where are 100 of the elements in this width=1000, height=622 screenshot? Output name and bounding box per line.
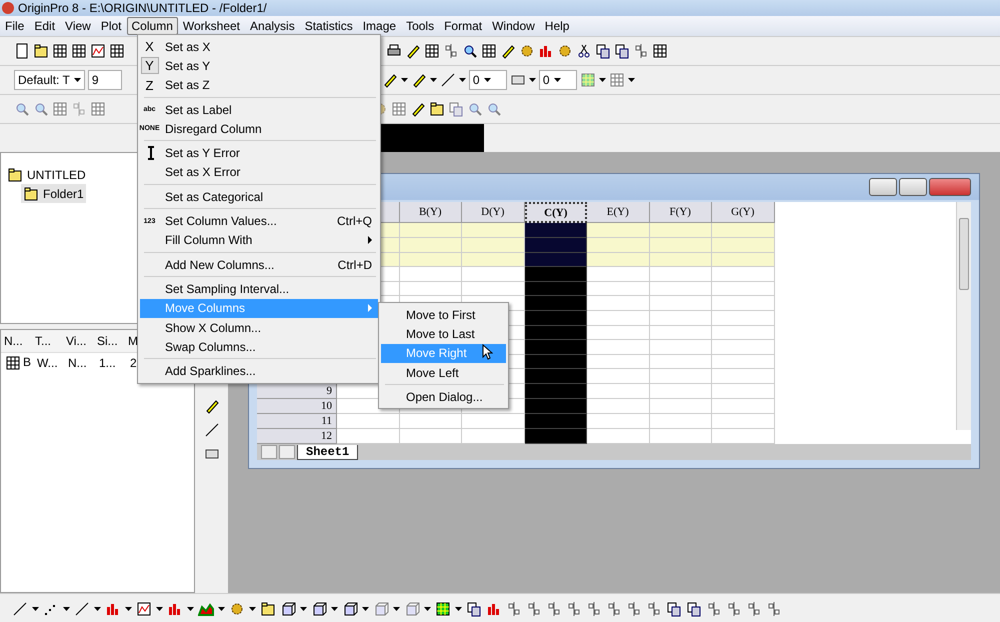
caret-icon[interactable] xyxy=(94,607,101,611)
menu-item[interactable]: Edit xyxy=(29,17,60,35)
folder-icon[interactable] xyxy=(7,166,23,182)
menu-item[interactable]: Worksheet xyxy=(178,17,246,35)
menu-item[interactable]: Set as Y Error xyxy=(140,143,378,163)
page-icon[interactable] xyxy=(14,43,30,59)
pen-icon[interactable] xyxy=(410,72,427,88)
menu-item[interactable]: Move to First xyxy=(381,305,506,324)
menu-item[interactable]: Show X Column... xyxy=(140,318,378,338)
minimize-button[interactable] xyxy=(869,178,897,196)
column-header[interactable]: F(Y) xyxy=(650,202,712,224)
menu-item[interactable]: Open Dialog... xyxy=(381,387,506,406)
menu-item[interactable]: Fill Column With xyxy=(140,230,378,250)
caret-icon[interactable] xyxy=(125,607,132,611)
caret-icon[interactable] xyxy=(300,607,307,611)
font-size-field[interactable]: 9 xyxy=(88,70,122,90)
table-icon[interactable] xyxy=(5,355,21,371)
copy-icon[interactable] xyxy=(614,43,630,59)
bar-chart-icon[interactable] xyxy=(486,601,502,617)
list-header[interactable]: T... xyxy=(32,330,63,352)
line-icon[interactable] xyxy=(204,422,220,438)
tree-item[interactable]: Folder1 xyxy=(21,184,86,203)
folder-icon[interactable] xyxy=(33,43,49,59)
menu-item[interactable]: Set Sampling Interval... xyxy=(140,279,378,299)
menu-item[interactable]: Window xyxy=(487,17,540,35)
column-header[interactable]: D(Y) xyxy=(462,202,524,224)
column-header[interactable]: C(Y) xyxy=(524,202,587,224)
caret-icon[interactable] xyxy=(458,78,466,82)
maximize-button[interactable] xyxy=(899,178,927,196)
menu-item[interactable]: Move Left xyxy=(381,362,506,382)
caret-icon[interactable] xyxy=(362,607,369,611)
caret-icon[interactable] xyxy=(393,607,400,611)
caret-icon[interactable] xyxy=(249,607,256,611)
cube-icon[interactable] xyxy=(311,601,327,617)
line-icon[interactable] xyxy=(12,601,28,617)
pen-icon[interactable] xyxy=(500,43,516,59)
caret-icon[interactable] xyxy=(455,607,462,611)
caret-icon[interactable] xyxy=(74,78,81,82)
list-header[interactable]: N... xyxy=(1,330,32,352)
column-header[interactable]: E(Y) xyxy=(587,202,650,224)
zoom-icon[interactable] xyxy=(462,43,478,59)
column-header[interactable]: B(Y) xyxy=(400,202,462,224)
column-header[interactable]: G(Y) xyxy=(712,202,774,224)
caret-icon[interactable] xyxy=(528,78,536,82)
menu-item[interactable]: Column xyxy=(126,17,178,35)
caret-icon[interactable] xyxy=(218,607,225,611)
caret-icon[interactable] xyxy=(63,607,70,611)
menu-item[interactable]: Swap Columns... xyxy=(140,337,378,356)
caret-icon[interactable] xyxy=(331,607,338,611)
folder-icon[interactable] xyxy=(429,101,445,117)
caret-icon[interactable] xyxy=(424,607,431,611)
menu-item[interactable]: Move to Last xyxy=(381,324,506,344)
menu-item[interactable]: Image xyxy=(358,17,402,35)
border-width-field[interactable]: 0 xyxy=(538,70,577,90)
area-chart-icon[interactable] xyxy=(198,601,214,617)
caret-icon[interactable] xyxy=(628,78,635,82)
menu-item[interactable]: Tools xyxy=(401,17,440,35)
caret-icon[interactable] xyxy=(598,78,606,82)
table-icon[interactable] xyxy=(424,43,440,59)
list-header[interactable]: Si... xyxy=(94,330,125,352)
caret-icon[interactable] xyxy=(400,78,408,82)
folder-icon[interactable] xyxy=(23,186,39,202)
copy-icon[interactable] xyxy=(686,601,702,617)
caret-icon[interactable] xyxy=(32,607,39,611)
tree-item[interactable]: UNTITLED xyxy=(5,165,88,184)
vertical-scrollbar[interactable] xyxy=(956,202,971,430)
menu-item[interactable]: Statistics xyxy=(300,17,358,35)
pen-icon[interactable] xyxy=(204,398,220,414)
line-width-field[interactable]: 0 xyxy=(468,70,507,90)
menu-item[interactable]: X Set as X xyxy=(140,37,378,56)
folder-icon[interactable] xyxy=(260,601,276,617)
caret-icon[interactable] xyxy=(430,78,437,82)
copy-icon[interactable] xyxy=(466,601,482,617)
caret-icon[interactable] xyxy=(156,607,163,611)
list-header[interactable]: Vi... xyxy=(63,330,94,352)
pen-icon[interactable] xyxy=(382,72,398,88)
menu-item[interactable]: Plot xyxy=(96,17,127,35)
pen-icon[interactable] xyxy=(405,43,421,59)
chart-icon[interactable] xyxy=(136,601,152,617)
table-icon[interactable] xyxy=(52,43,68,59)
menu-item[interactable]: Help xyxy=(540,17,574,35)
chart-icon[interactable] xyxy=(90,43,106,59)
menu-item[interactable]: View xyxy=(60,17,96,35)
menu-item[interactable]: Add New Columns... Ctrl+D xyxy=(140,254,378,274)
line-icon[interactable] xyxy=(74,601,90,617)
menu-item[interactable]: Format xyxy=(439,17,488,35)
caret-icon[interactable] xyxy=(187,607,194,611)
menu-item[interactable]: Y Set as Y xyxy=(140,56,378,76)
table-icon[interactable] xyxy=(109,43,125,59)
cut-icon[interactable] xyxy=(576,43,592,59)
menu-item[interactable]: Z Set as Z xyxy=(140,76,378,95)
caret-icon[interactable] xyxy=(554,78,560,82)
copy-icon[interactable] xyxy=(595,43,611,59)
copy-icon[interactable] xyxy=(666,601,682,617)
table-icon[interactable] xyxy=(481,43,497,59)
menu-item[interactable]: Set as Categorical xyxy=(140,187,378,206)
table-icon[interactable] xyxy=(652,43,668,59)
cube-icon[interactable] xyxy=(280,601,296,617)
menu-item[interactable]: File xyxy=(0,17,30,35)
cube-icon[interactable] xyxy=(342,601,358,617)
